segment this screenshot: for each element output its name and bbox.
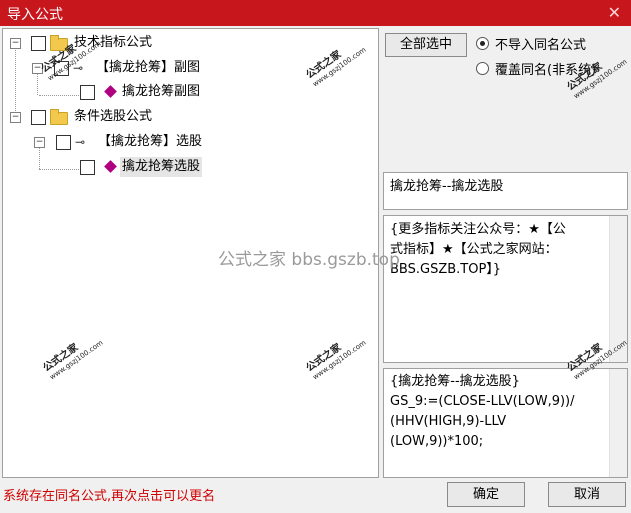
node-checkbox[interactable]: [31, 110, 46, 125]
tree-node-stock-selection[interactable]: − 条件选股公式: [3, 107, 303, 127]
window-title: 导入公式: [7, 7, 63, 23]
formula-name-field[interactable]: 擒龙抢筹--擒龙选股: [383, 172, 628, 210]
code-box[interactable]: {擒龙抢筹--擒龙选股} GS_9:=(CLOSE-LLV(LOW,9))/ (…: [383, 368, 628, 478]
code-line: GS_9:=(CLOSE-LLV(LOW,9))/: [390, 394, 575, 409]
collapse-icon[interactable]: −: [10, 38, 21, 49]
radio-no-import[interactable]: [476, 37, 489, 50]
tree-node-selection-group[interactable]: − ⊸ 【擒龙抢筹】选股: [3, 132, 303, 152]
tree-node-subchart-formula[interactable]: 擒龙抢筹副图: [3, 82, 303, 102]
code-line: (HHV(HIGH,9)-LLV: [390, 414, 507, 429]
status-message: 系统存在同名公式,再次点击可以更名: [3, 489, 216, 504]
collapse-icon[interactable]: −: [10, 112, 21, 123]
node-label: 条件选股公式: [74, 109, 153, 124]
node-checkbox[interactable]: [56, 135, 71, 150]
node-label: 【擒龙抢筹】选股: [98, 134, 203, 149]
node-checkbox[interactable]: [80, 85, 95, 100]
key-icon: ⊸: [75, 135, 86, 149]
ok-button[interactable]: 确定: [447, 482, 525, 507]
formula-gem-icon: [104, 160, 117, 173]
node-checkbox[interactable]: [80, 160, 95, 175]
code-line: (LOW,9))*100;: [390, 434, 484, 449]
collapse-icon[interactable]: −: [34, 137, 45, 148]
node-label: 擒龙抢筹副图: [122, 84, 201, 99]
tree-node-tech-indicators[interactable]: − 技术指标公式: [3, 33, 303, 53]
description-box[interactable]: {更多指标关注公众号：★【公 式指标】★【公式之家网站： BBS.GSZB.TO…: [383, 215, 628, 363]
node-label: 【擒龙抢筹】副图: [96, 60, 201, 75]
formula-gem-icon: [104, 85, 117, 98]
title-bar: 导入公式 ✕: [0, 0, 631, 26]
radio-overwrite[interactable]: [476, 62, 489, 75]
description-line: BBS.GSZB.TOP】}: [390, 262, 502, 277]
description-line: 式指标】★【公式之家网站：: [390, 242, 558, 257]
node-label: 擒龙抢筹选股: [120, 157, 203, 177]
folder-icon: [50, 109, 68, 125]
cancel-button[interactable]: 取消: [548, 482, 626, 507]
close-icon[interactable]: ✕: [608, 3, 621, 22]
formula-name: 擒龙抢筹--擒龙选股: [390, 179, 504, 194]
select-all-button[interactable]: 全部选中: [385, 33, 467, 57]
radio-no-import-label: 不导入同名公式: [495, 38, 587, 53]
code-scrollbar[interactable]: [609, 369, 627, 477]
node-checkbox[interactable]: [31, 36, 46, 51]
tree-node-selection-formula[interactable]: 擒龙抢筹选股: [3, 157, 303, 177]
description-line: {更多指标关注公众号：★【公: [390, 222, 566, 237]
center-watermark: 公式之家 bbs.gszb.top: [218, 250, 400, 270]
